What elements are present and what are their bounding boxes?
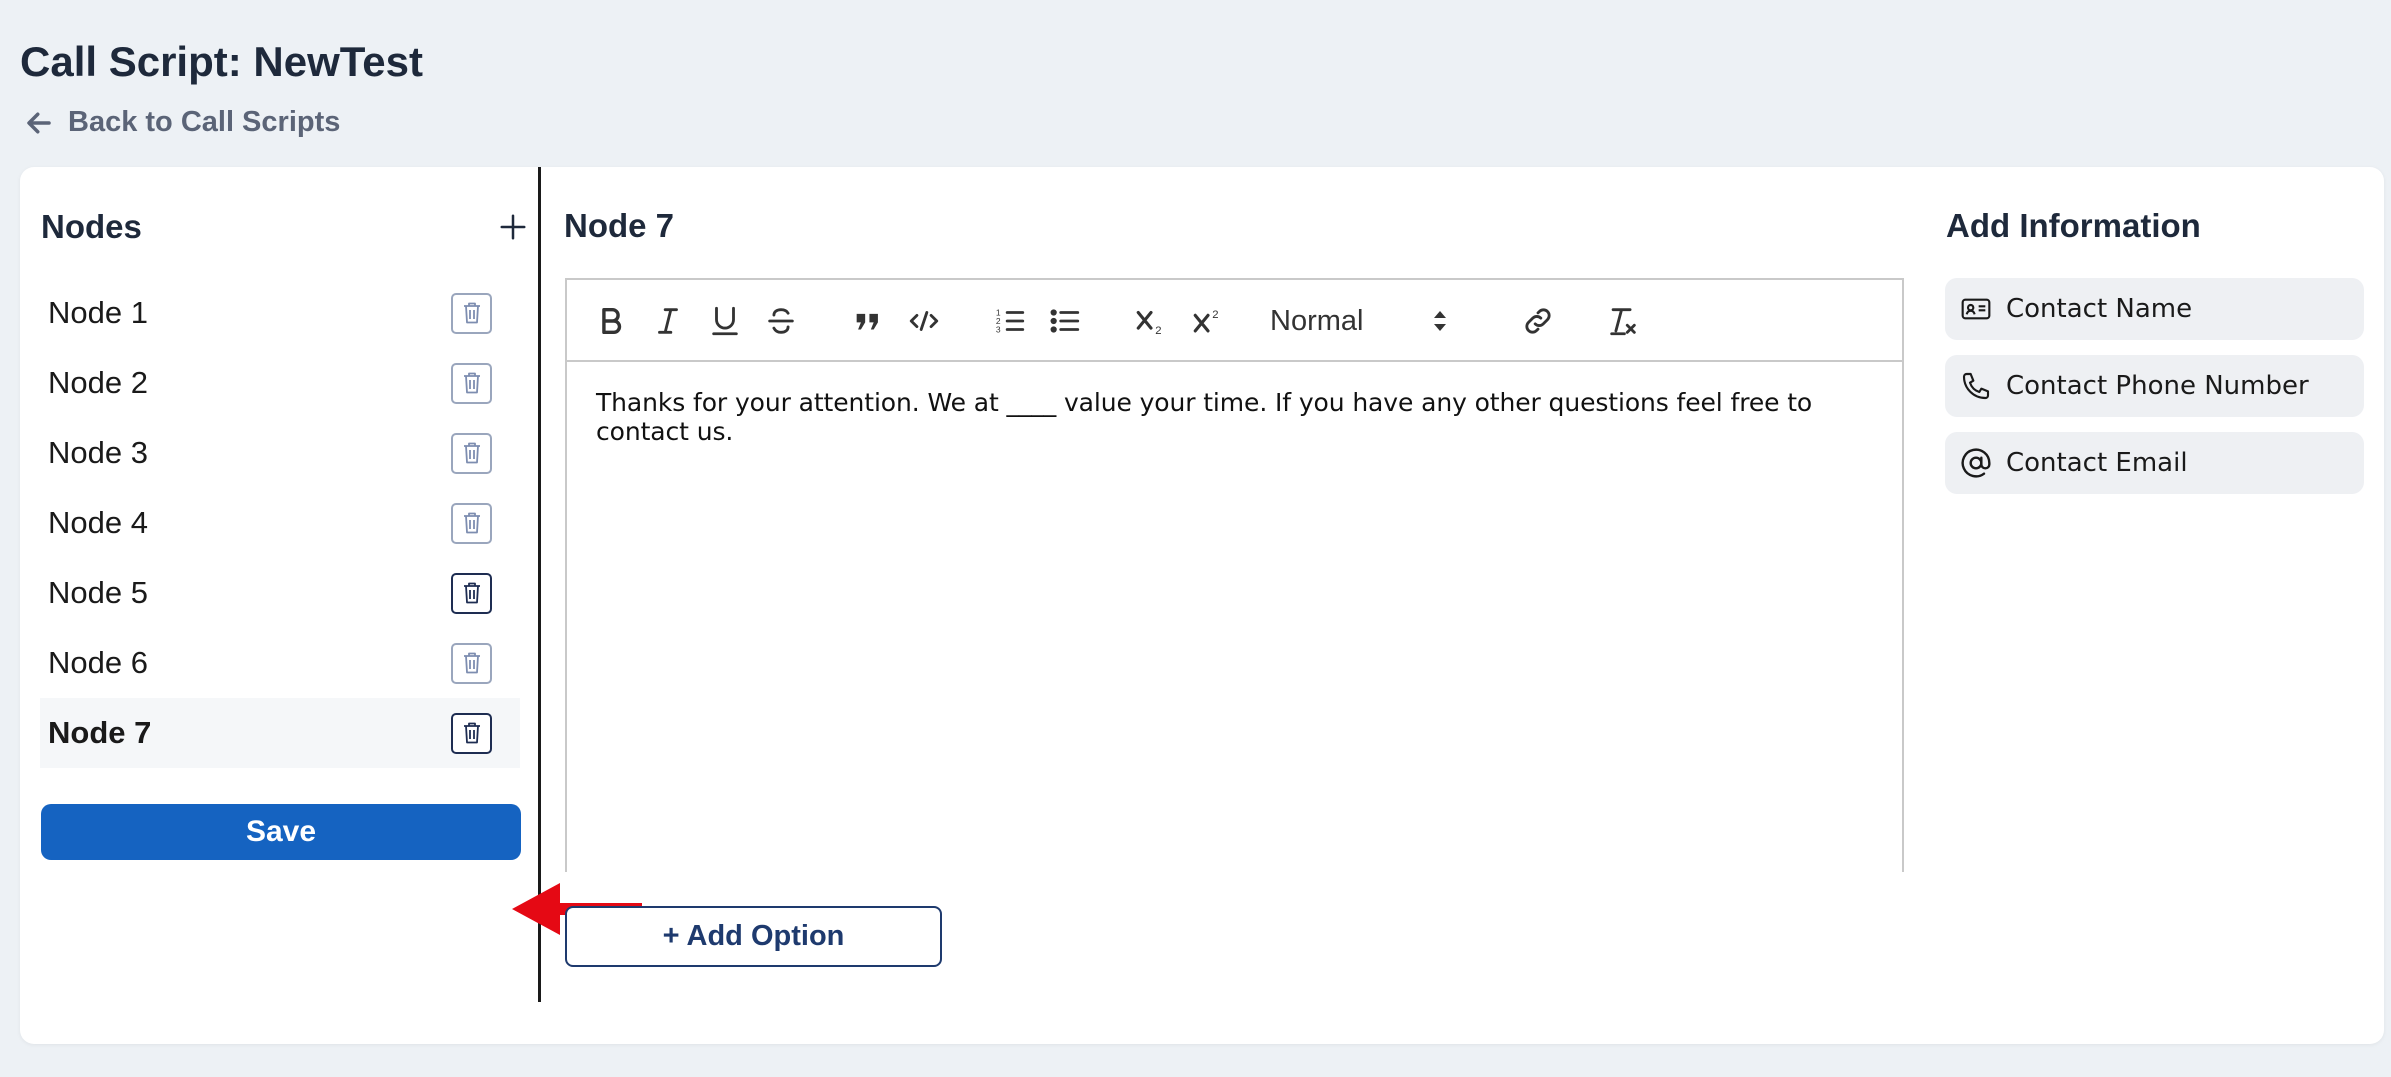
call-script-card: Nodes Node 1 Node 2 Node 3 Node 4 Node 5…	[20, 167, 2384, 1044]
clear-format-icon	[1610, 308, 1636, 336]
delete-node-button[interactable]	[451, 712, 492, 754]
bold-icon	[602, 307, 622, 335]
back-link-label: Back to Call Scripts	[68, 106, 341, 138]
contact-phone-chip[interactable]: Contact Phone Number	[1945, 355, 2364, 417]
page-title: Call Script: NewTest	[20, 38, 423, 85]
bullet-list-icon	[1050, 309, 1080, 333]
plus-icon	[500, 214, 526, 240]
link-button[interactable]	[1517, 300, 1559, 342]
node-item-1[interactable]: Node 1	[40, 278, 520, 348]
contact-name-chip[interactable]: Contact Name	[1945, 278, 2364, 340]
delete-node-button[interactable]	[451, 572, 492, 614]
node-label: Node 4	[48, 505, 148, 540]
bullet-list-button[interactable]	[1044, 300, 1086, 342]
node-label: Node 2	[48, 365, 148, 400]
editor-content[interactable]: Thanks for your attention. We at ____ va…	[567, 362, 1902, 472]
at-sign-icon	[1961, 448, 1991, 478]
delete-node-button[interactable]	[451, 502, 492, 544]
nodes-header: Nodes	[41, 207, 539, 247]
clear-format-button[interactable]	[1602, 300, 1644, 342]
node-item-6[interactable]: Node 6	[40, 628, 520, 698]
add-node-button[interactable]	[493, 207, 533, 247]
svg-text:3: 3	[996, 324, 1001, 334]
code-icon	[909, 311, 939, 331]
back-to-call-scripts-link[interactable]: Back to Call Scripts	[24, 106, 340, 139]
link-icon	[1525, 308, 1551, 334]
code-button[interactable]	[903, 300, 945, 342]
node-item-3[interactable]: Node 3	[40, 418, 520, 488]
rich-text-editor: 123 2 2 Normal Thanks for your attention	[565, 278, 1904, 872]
node-heading: Node 7	[564, 207, 675, 244]
node-label: Node 7	[48, 715, 152, 750]
strikethrough-button[interactable]	[760, 300, 802, 342]
arrow-left-icon	[27, 112, 51, 133]
trash-icon	[463, 372, 480, 394]
delete-node-button[interactable]	[451, 362, 492, 404]
node-item-5[interactable]: Node 5	[40, 558, 520, 628]
text-format-select[interactable]: Normal	[1270, 300, 1450, 342]
bold-button[interactable]	[590, 300, 632, 342]
contact-email-label: Contact Email	[2006, 448, 2188, 478]
text-format-value: Normal	[1270, 304, 1364, 337]
ordered-list-button[interactable]: 123	[989, 300, 1031, 342]
phone-icon	[1962, 372, 1990, 400]
trash-icon	[463, 302, 480, 324]
superscript-button[interactable]: 2	[1187, 300, 1229, 342]
add-information-title: Add Information	[1946, 207, 2201, 244]
delete-node-button[interactable]	[451, 642, 492, 684]
trash-icon	[463, 652, 480, 674]
select-toggle-icon	[1434, 311, 1446, 331]
node-label: Node 3	[48, 435, 148, 470]
blockquote-button[interactable]	[847, 300, 889, 342]
italic-icon	[658, 308, 678, 334]
contact-card-icon	[1961, 298, 1991, 320]
contact-email-chip[interactable]: Contact Email	[1945, 432, 2364, 494]
contact-phone-label: Contact Phone Number	[2006, 371, 2309, 401]
add-option-button[interactable]: + Add Option	[565, 906, 942, 967]
nodes-title: Nodes	[41, 208, 142, 245]
save-button[interactable]: Save	[41, 804, 521, 860]
node-item-4[interactable]: Node 4	[40, 488, 520, 558]
delete-node-button[interactable]	[451, 292, 492, 334]
node-item-7[interactable]: Node 7	[40, 698, 520, 768]
delete-node-button[interactable]	[451, 432, 492, 474]
node-item-2[interactable]: Node 2	[40, 348, 520, 418]
italic-button[interactable]	[647, 300, 689, 342]
add-information-list: Contact Name Contact Phone Number Contac…	[1945, 278, 2364, 509]
svg-text:2: 2	[1155, 325, 1161, 337]
trash-icon	[463, 722, 480, 744]
trash-icon	[463, 442, 480, 464]
contact-name-label: Contact Name	[2006, 294, 2193, 324]
subscript-button[interactable]: 2	[1130, 300, 1172, 342]
underline-icon	[712, 306, 738, 336]
node-label: Node 1	[48, 295, 148, 330]
underline-button[interactable]	[704, 300, 746, 342]
strikethrough-icon	[768, 308, 794, 334]
trash-icon	[463, 512, 480, 534]
node-label: Node 6	[48, 645, 148, 680]
svg-text:2: 2	[1212, 309, 1218, 321]
trash-icon	[463, 582, 480, 604]
ordered-list-icon: 123	[996, 307, 1025, 334]
blockquote-icon	[856, 313, 878, 330]
subscript-icon: 2	[1136, 310, 1162, 337]
editor-toolbar: 123 2 2 Normal	[567, 280, 1902, 362]
nodes-panel: Nodes Node 1 Node 2 Node 3 Node 4 Node 5…	[20, 167, 541, 1002]
node-label: Node 5	[48, 575, 148, 610]
node-list: Node 1 Node 2 Node 3 Node 4 Node 5 Node …	[40, 278, 520, 768]
superscript-icon: 2	[1193, 309, 1219, 333]
